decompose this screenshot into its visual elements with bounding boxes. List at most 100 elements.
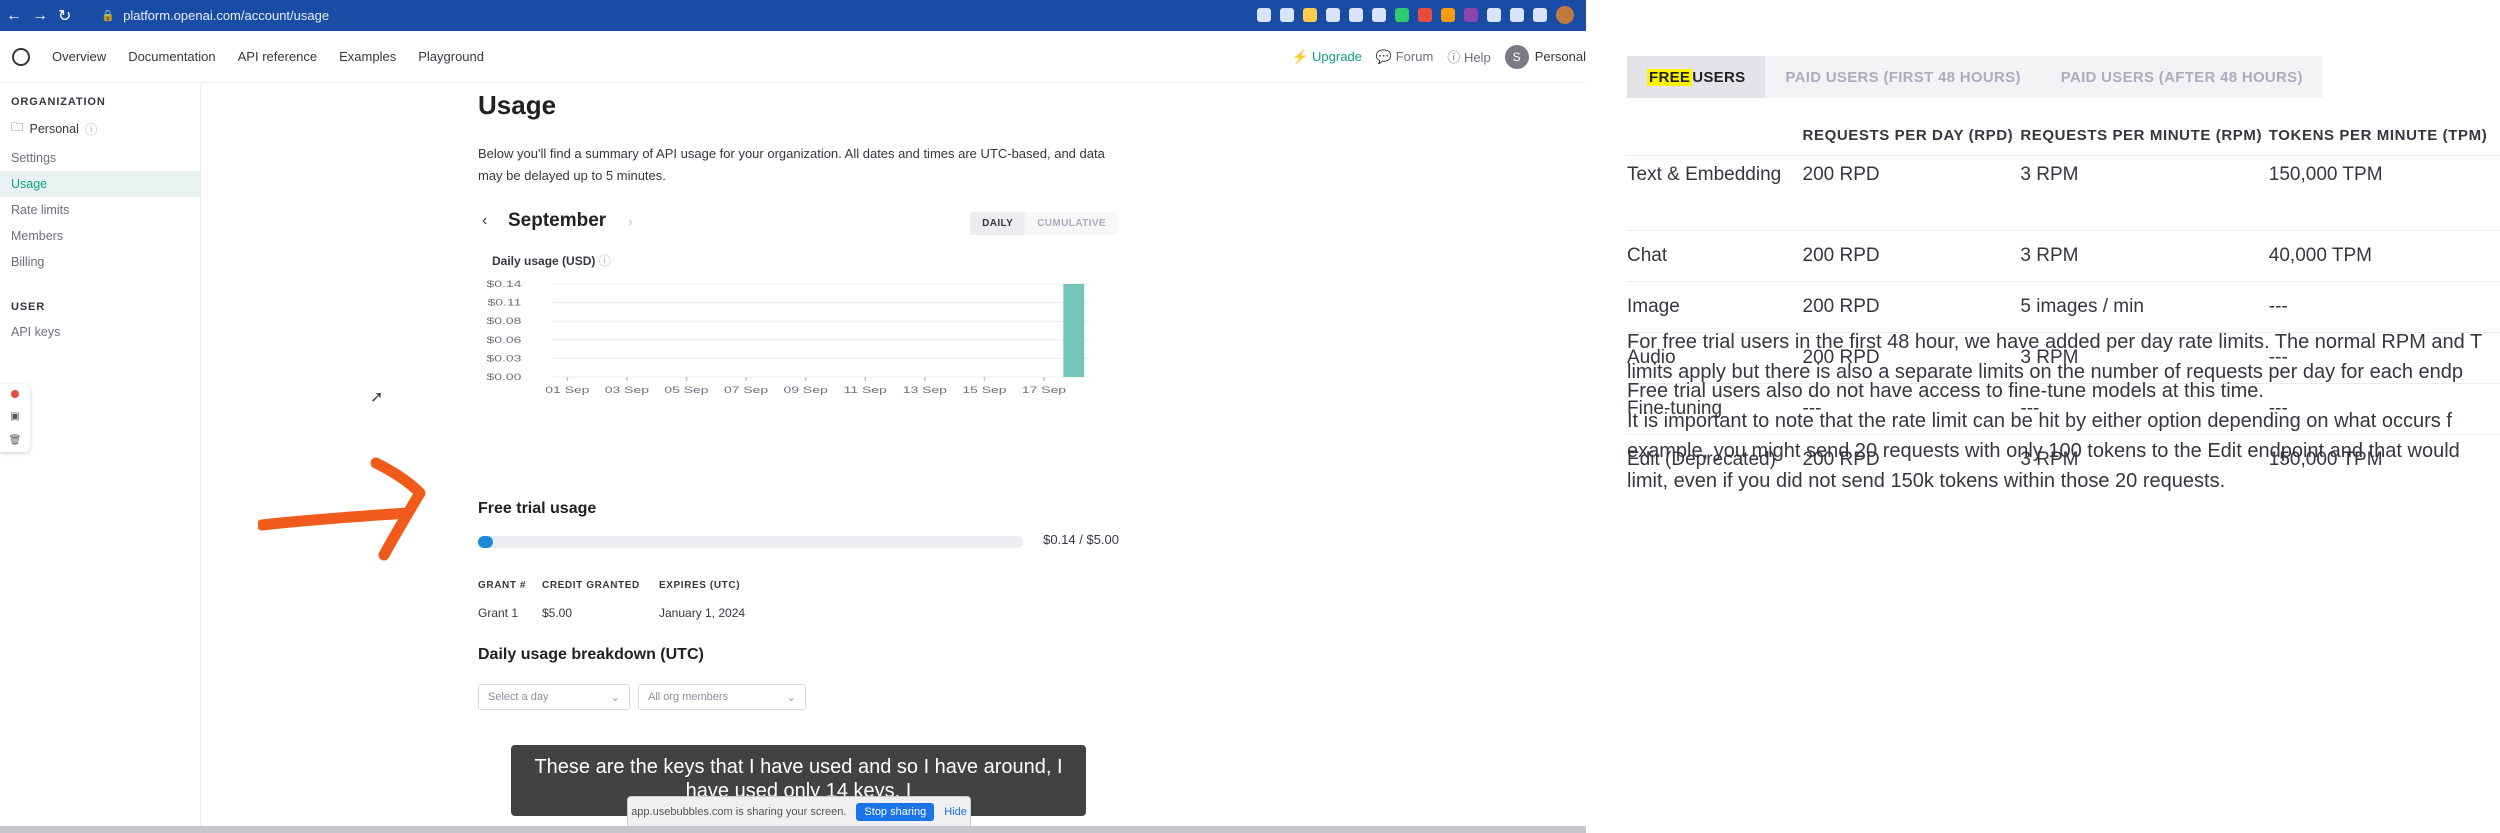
org-name: Personal xyxy=(29,121,79,136)
grants-header: CREDIT GRANTED xyxy=(542,580,640,591)
camera-icon[interactable]: ▣ xyxy=(10,411,19,422)
back-icon[interactable]: ← xyxy=(6,7,22,25)
user-section-header: USER xyxy=(11,301,46,313)
forward-icon[interactable]: → xyxy=(32,7,48,25)
members-select-value: All org members xyxy=(648,691,729,703)
x-tick-label: 13 Sep xyxy=(903,385,948,395)
sidebar: ORGANIZATION 🗀 Personal ⓘ Settings Usage R… xyxy=(0,84,201,833)
top-navigation: Overview Documentation API reference Exampl… xyxy=(0,31,1586,83)
day-select[interactable]: Select a day ⌄ xyxy=(478,684,630,710)
highlighted-text: FREE xyxy=(1647,68,1693,86)
daily-toggle[interactable]: DAILY xyxy=(970,212,1026,235)
puzzle-icon[interactable] xyxy=(1487,8,1501,22)
info-icon: ⓘ xyxy=(84,123,98,137)
table-cell: 150,000 TPM xyxy=(2268,155,2500,231)
table-cell: 40,000 TPM xyxy=(2268,230,2500,282)
extension-icon[interactable] xyxy=(1349,8,1363,22)
openai-logo-icon[interactable] xyxy=(12,47,30,66)
upgrade-link[interactable]: ⚡ Upgrade xyxy=(1292,49,1362,65)
x-tick-label: 03 Sep xyxy=(605,385,650,395)
table-cell: 200 RPD xyxy=(1802,281,2021,333)
record-icon[interactable] xyxy=(11,390,19,398)
address-bar[interactable]: 🔒 platform.openai.com/account/usage xyxy=(101,8,329,23)
extension-icon[interactable] xyxy=(1464,8,1478,22)
table-row: Chat 200 RPD 3 RPM 40,000 TPM xyxy=(1627,230,2500,282)
table-row: Image 200 RPD 5 images / min --- xyxy=(1627,281,2500,333)
extension-icon[interactable] xyxy=(1418,8,1432,22)
sidebar-item-usage[interactable]: Usage xyxy=(0,171,200,197)
org-selector[interactable]: 🗀 Personal ⓘ xyxy=(0,114,200,145)
share-icon[interactable] xyxy=(1257,8,1271,22)
sidebar-item-rate-limits[interactable]: Rate limits xyxy=(0,197,200,223)
tab-paid-after-48h[interactable]: PAID USERS (AFTER 48 HOURS) xyxy=(2041,56,2323,98)
main-content: Usage Below you'll find a summary of API… xyxy=(478,84,1119,710)
para-line: example, you might send 20 requests with… xyxy=(1627,440,2460,462)
screen-share-bar: app.usebubbles.com is sharing your scree… xyxy=(627,796,971,828)
chevron-right-icon[interactable]: › xyxy=(628,213,633,229)
account-label: Personal xyxy=(1534,49,1586,64)
sidebar-item-billing[interactable]: Billing xyxy=(0,249,200,275)
reload-icon[interactable]: ↻ xyxy=(58,6,71,26)
browser-window: ← → ↻ 🔒 platform.openai.com/account/usag… xyxy=(0,0,1586,833)
y-tick-label: $0.06 xyxy=(487,335,522,345)
share-status-text: app.usebubbles.com is sharing your scree… xyxy=(631,806,847,818)
para-line: It is important to note that the rate li… xyxy=(1627,410,2452,432)
lock-icon: 🔒 xyxy=(101,10,116,22)
upgrade-label: Upgrade xyxy=(1312,48,1362,64)
month-selector: ‹ September › DAILY CUMULATIVE xyxy=(478,208,1118,238)
nav-link-playground[interactable]: Playground xyxy=(418,49,484,64)
table-cell: 200 RPD xyxy=(1802,155,2021,231)
sidebar-item-members[interactable]: Members xyxy=(0,223,200,249)
table-header: REQUESTS PER DAY (RPD) xyxy=(1802,127,2014,144)
sidebar-item-api-keys[interactable]: API keys xyxy=(0,319,200,345)
sidepanel-icon[interactable] xyxy=(1533,8,1547,22)
grant-cell: January 1, 2024 xyxy=(659,606,746,620)
mouse-cursor-icon: ➚ xyxy=(370,389,384,406)
table-cell: Image xyxy=(1627,281,1803,333)
extension-icon[interactable] xyxy=(1303,8,1317,22)
forum-link[interactable]: 💬 Forum xyxy=(1376,49,1433,65)
tab-paid-first-48h[interactable]: PAID USERS (FIRST 48 HOURS) xyxy=(1765,56,2040,98)
tab-free-users[interactable]: FREE USERS xyxy=(1627,56,1766,98)
org-section-header: ORGANIZATION xyxy=(11,96,106,108)
table-header: REQUESTS PER MINUTE (RPM) xyxy=(2020,127,2263,144)
profile-avatar[interactable] xyxy=(1556,6,1574,24)
bottom-scrollbar[interactable] xyxy=(0,826,1586,833)
free-trial-section: Free trial usage $0.14 / $5.00 GRANT # CR… xyxy=(478,500,1119,620)
extension-icon[interactable] xyxy=(1326,8,1340,22)
y-tick-label: $0.11 xyxy=(488,298,522,308)
help-link[interactable]: ⓘ Help xyxy=(1447,47,1490,66)
table-header: TOKENS PER MINUTE (TPM) xyxy=(2268,127,2488,144)
account-menu[interactable]: S Personal xyxy=(1504,44,1586,69)
table-row: Text & Embedding 200 RPD 3 RPM 150,000 TPM xyxy=(1627,155,2500,231)
stop-sharing-button[interactable]: Stop sharing xyxy=(856,803,935,821)
chart-bar xyxy=(1063,284,1085,377)
grants-header: GRANT # xyxy=(478,580,527,591)
chevron-down-icon: ⌄ xyxy=(610,691,620,704)
x-tick-label: 07 Sep xyxy=(724,385,769,395)
y-tick-label: $0.14 xyxy=(487,279,522,289)
free-trial-amount: $0.14 / $5.00 xyxy=(1043,532,1119,547)
chevron-left-icon[interactable]: ‹ xyxy=(482,212,487,230)
extension-toolbar xyxy=(1257,6,1574,24)
nav-link-api-reference[interactable]: API reference xyxy=(238,49,318,64)
reading-list-icon[interactable] xyxy=(1510,8,1524,22)
nav-link-documentation[interactable]: Documentation xyxy=(128,49,215,64)
extension-icon[interactable] xyxy=(1372,8,1386,22)
hide-button[interactable]: Hide xyxy=(944,806,967,818)
grant-cell: $5.00 xyxy=(542,606,573,620)
members-select[interactable]: All org members ⌄ xyxy=(638,684,806,710)
extension-icon[interactable] xyxy=(1395,8,1409,22)
star-icon[interactable] xyxy=(1280,8,1294,22)
y-tick-label: $0.08 xyxy=(487,317,522,327)
cumulative-toggle[interactable]: CUMULATIVE xyxy=(1025,212,1118,235)
sidebar-item-settings[interactable]: Settings xyxy=(0,145,200,171)
table-cell: --- xyxy=(2268,281,2500,333)
grants-table: GRANT # CREDIT GRANTED EXPIRES (UTC) Grant… xyxy=(478,580,859,620)
table-cell: 3 RPM xyxy=(2020,230,2269,282)
nav-link-examples[interactable]: Examples xyxy=(339,49,396,64)
x-tick-label: 11 Sep xyxy=(844,385,888,395)
nav-link-overview[interactable]: Overview xyxy=(52,49,106,64)
extension-icon[interactable] xyxy=(1441,8,1455,22)
trash-icon[interactable]: 🗑 xyxy=(9,435,22,446)
